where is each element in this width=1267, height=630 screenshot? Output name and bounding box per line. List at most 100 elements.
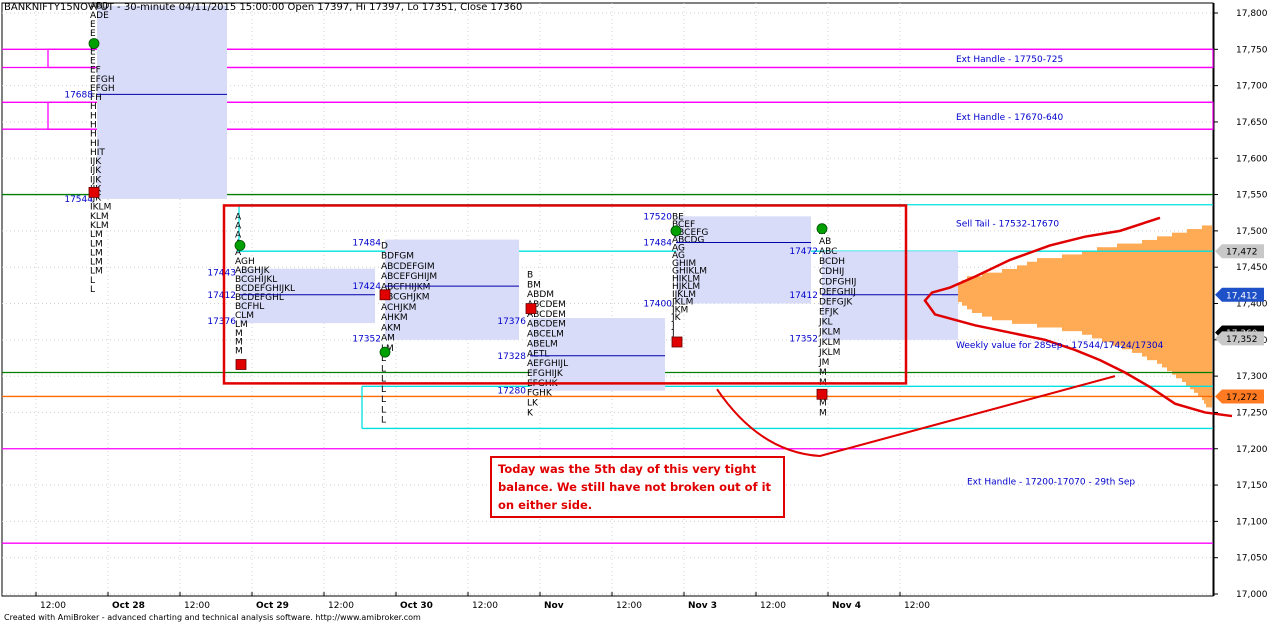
price-badge-label: 17,272 <box>1226 393 1258 403</box>
profile-bar <box>1204 399 1212 404</box>
tpo-letter-row: B <box>527 270 533 280</box>
profile-bar <box>952 290 1212 295</box>
chart-title: BANKNIFTY15NOVFUT - 30-minute 04/11/2015… <box>4 2 523 13</box>
profile-bar <box>1147 356 1212 361</box>
y-tick-label: 17,000 <box>1236 590 1267 600</box>
tpo-letter-row: LK <box>527 399 539 409</box>
market-profile-chart: ABDADEEEEEEEFEFGHEFGHFHHHHHHIHITIJKIJKIJ… <box>0 0 1267 626</box>
profile-bar <box>1142 239 1212 244</box>
profile-bar <box>957 283 1212 288</box>
profile-bar <box>957 298 1212 303</box>
profile-bar <box>1142 352 1212 357</box>
profile-price-label: 17376 <box>207 317 236 327</box>
x-tick-label: 12:00 <box>40 601 66 611</box>
x-tick-label: 12:00 <box>472 601 498 611</box>
profile-price-label: 17484 <box>352 238 381 248</box>
tpo-letter-row: ABDM <box>527 290 554 300</box>
tpo-letter-row: L <box>90 285 95 295</box>
annotation-text: Ext Handle - 17200-17070 - 29th Sep <box>967 477 1135 487</box>
note-text: Today was the 5th day of this very tight <box>498 462 757 476</box>
annotation-text: Ext Handle - 17670-640 <box>956 113 1063 123</box>
x-tick-label: Nov 3 <box>688 601 717 611</box>
y-tick-label: 17,700 <box>1236 82 1267 92</box>
tpo-letter-row: JKLM <box>818 328 840 338</box>
profile-bar <box>954 287 1212 292</box>
profile-bar <box>967 276 1212 281</box>
tpo-letter-row: L <box>381 405 386 415</box>
open-marker <box>88 38 100 49</box>
tpo-letter-row: L <box>381 364 386 374</box>
profile-bar <box>1037 258 1212 263</box>
profile-price-label: 17424 <box>352 282 381 292</box>
open-marker <box>816 223 828 235</box>
close-marker <box>88 186 100 198</box>
tpo-letter-row: AETL <box>527 349 549 359</box>
profile-bar <box>972 308 1212 313</box>
profile-bar <box>982 312 1212 317</box>
price-badge: 17,472 <box>1215 244 1264 259</box>
open-marker <box>670 225 682 237</box>
x-tick-label: 12:00 <box>904 601 930 611</box>
tpo-letter-row: AKM <box>381 323 401 333</box>
profile-bar <box>1062 327 1212 332</box>
tpo-letter-row: M <box>235 347 243 357</box>
tpo-letter-row: BM <box>527 280 541 290</box>
price-badge-label: 17,412 <box>1226 291 1258 301</box>
close-marker <box>816 388 828 400</box>
y-tick-label: 17,650 <box>1236 118 1267 128</box>
profile-bar <box>1157 236 1212 241</box>
x-tick-label: 12:00 <box>616 601 642 611</box>
annotation-text: Ext Handle - 17750-725 <box>956 55 1063 65</box>
tpo-letter-row: CDHIJ <box>819 267 844 277</box>
x-tick-label: Nov 4 <box>832 601 861 611</box>
profile-bar <box>1082 330 1212 335</box>
profile-bar <box>954 294 1212 299</box>
y-tick-label: 17,050 <box>1236 554 1267 564</box>
profile-price-label: 17352 <box>789 334 818 344</box>
profile-bar <box>1002 269 1212 274</box>
profile-bar <box>1182 377 1212 382</box>
tpo-letter-row: JKLM <box>818 348 840 358</box>
tpo-letter-row: FGHK <box>527 389 553 399</box>
close-marker <box>235 359 247 370</box>
profile-price-label: 17412 <box>207 291 236 301</box>
price-badge: 17,412 <box>1215 287 1264 302</box>
value-area-box <box>97 5 227 199</box>
note-text: on either side. <box>498 498 592 512</box>
profile-bar <box>1017 265 1212 270</box>
tpo-letter-row: ABELM <box>527 339 558 349</box>
tpo-letter-row: JM <box>818 358 829 368</box>
x-tick-label: 12:00 <box>328 601 354 611</box>
tpo-letter-row: L <box>381 395 386 405</box>
tpo-letter-row: EFJK <box>819 308 840 318</box>
tpo-letter-row: L <box>381 416 386 426</box>
y-tick-label: 17,300 <box>1236 372 1267 382</box>
x-tick-label: Oct 29 <box>256 601 289 611</box>
profile-bar <box>1206 403 1212 408</box>
tpo-letter-row: ACHJKM <box>381 303 416 313</box>
annotation-text: Weekly value for 28Sep - 17544/17424/173… <box>956 341 1164 351</box>
profile-price-label: 17376 <box>497 317 526 327</box>
tpo-letter-row: CDFGHIJ <box>819 277 856 287</box>
profile-price-label: 17443 <box>207 268 236 278</box>
profile-bar <box>1162 363 1212 368</box>
profile-price-label: 17484 <box>643 238 672 248</box>
profile-price-label: 17472 <box>789 247 818 257</box>
tpo-letter-row: M <box>819 398 827 408</box>
tpo-letter-row: JKLM <box>818 338 840 348</box>
profile-bar <box>1037 323 1212 328</box>
y-tick-label: 17,800 <box>1236 9 1267 19</box>
y-tick-label: 17,600 <box>1236 154 1267 164</box>
tpo-letter-row: ABC <box>819 247 837 257</box>
note-text: balance. We still have not broken out of… <box>498 480 772 494</box>
profile-bar <box>1027 261 1212 266</box>
profile-bar <box>1167 367 1212 372</box>
tpo-letter-row: M <box>819 368 827 378</box>
profile-bar <box>1157 359 1212 364</box>
annotation-text: Sell Tail - 17532-17670 <box>956 220 1059 230</box>
tpo-letter-row: BDFGM <box>381 252 414 262</box>
tpo-letter-row: AHKM <box>381 313 408 323</box>
price-badge: 17,272 <box>1215 389 1264 404</box>
tpo-letter-row: DEFGHIJ <box>819 287 856 297</box>
profile-bar <box>1062 254 1212 259</box>
